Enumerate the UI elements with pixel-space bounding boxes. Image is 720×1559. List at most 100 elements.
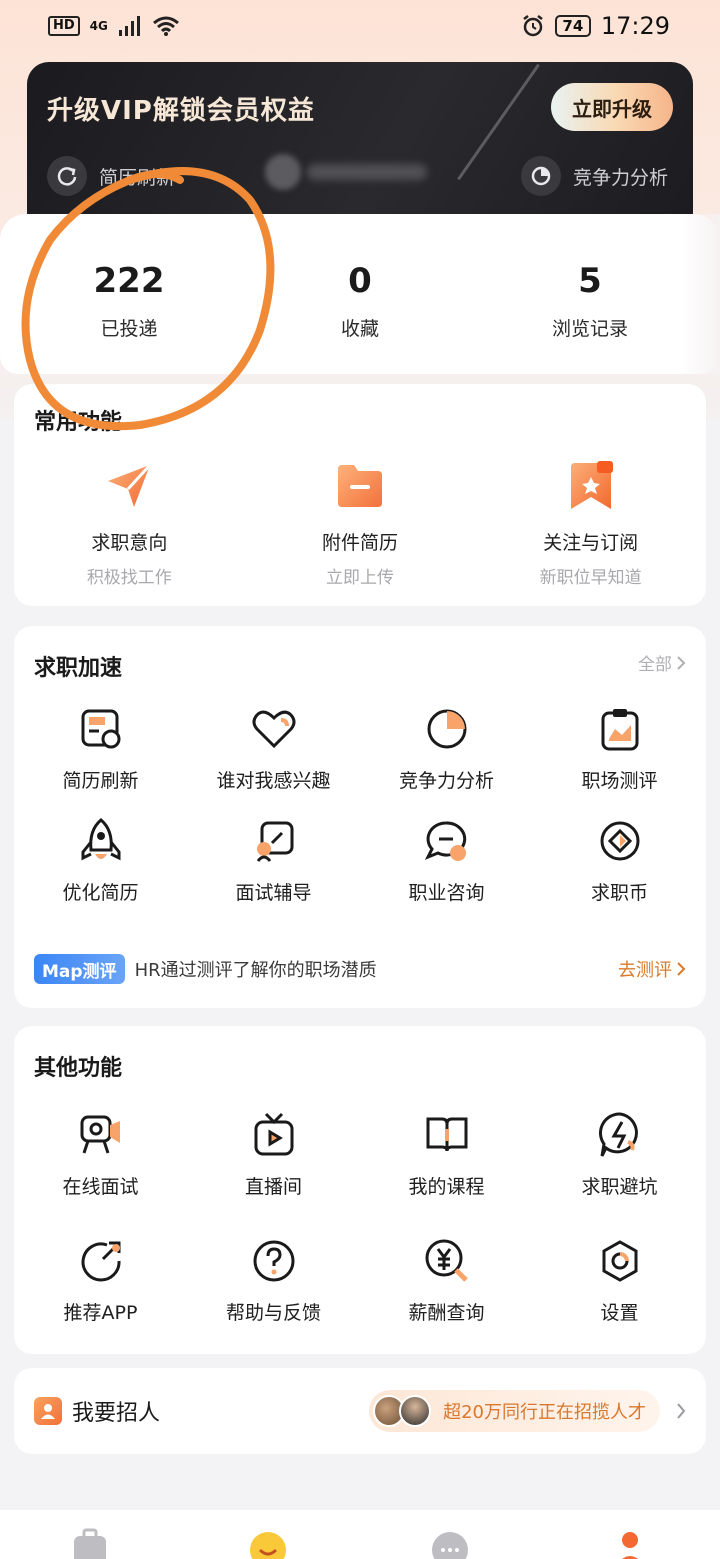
lightning-shield-icon xyxy=(595,1110,645,1160)
chevron-right-icon xyxy=(677,655,686,670)
book-icon xyxy=(422,1110,472,1160)
interview-guide-item[interactable]: 面试辅导 xyxy=(187,816,360,905)
briefcase-icon[interactable] xyxy=(70,1528,110,1559)
avatar xyxy=(399,1395,432,1427)
attachment-resume-item[interactable]: 附件简历 立即上传 xyxy=(245,458,476,588)
item-label: 面试辅导 xyxy=(235,882,312,904)
section-title: 求职加速 xyxy=(34,656,123,681)
item-label: 在线面试 xyxy=(62,1176,139,1198)
help-feedback-item[interactable]: 帮助与反馈 xyxy=(187,1236,360,1325)
map-description: HR通过测评了解你的职场潜质 xyxy=(134,960,377,981)
item-label: 附件简历 xyxy=(321,532,398,554)
bottom-tab-bar xyxy=(0,1510,720,1559)
view-all-link[interactable]: 全部 xyxy=(638,650,686,675)
item-label: 设置 xyxy=(600,1302,639,1324)
message-icon[interactable] xyxy=(430,1528,470,1559)
profile-icon[interactable] xyxy=(610,1528,650,1559)
yuan-search-icon xyxy=(422,1236,472,1286)
item-label: 帮助与反馈 xyxy=(225,1302,321,1324)
follow-subscribe-item[interactable]: 关注与订阅 新职位早知道 xyxy=(475,458,706,588)
upgrade-button[interactable]: 立即升级 xyxy=(551,83,673,131)
who-interested-item[interactable]: 谁对我感兴趣 xyxy=(187,704,360,793)
heart-icon xyxy=(249,704,299,754)
vip-feature-competitiveness[interactable]: 竞争力分析 xyxy=(521,156,668,196)
folder-icon xyxy=(332,458,388,514)
stat-value: 0 xyxy=(348,261,372,301)
map-assessment-row[interactable]: Map测评 HR通过测评了解你的职场潜质 去测评 xyxy=(34,952,686,986)
video-camera-icon xyxy=(76,1110,126,1160)
tv-play-icon xyxy=(249,1110,299,1160)
chevron-right-icon xyxy=(677,1403,686,1419)
common-functions-card: 常用功能 求职意向 积极找工作 附件简历 立即上传 关注与订阅 新职位早知道 xyxy=(14,384,706,606)
item-label: 竞争力分析 xyxy=(398,770,494,792)
item-label: 职场测评 xyxy=(581,770,658,792)
vip-feature-resume-refresh[interactable]: 简历刷新 xyxy=(47,156,175,196)
interview-guide-icon xyxy=(249,816,299,866)
vip-feature-label: 简历刷新 xyxy=(99,166,176,189)
help-icon xyxy=(249,1236,299,1286)
stat-value: 222 xyxy=(93,261,165,301)
stat-favorites[interactable]: 0 收藏 xyxy=(260,260,460,341)
online-interview-item[interactable]: 在线面试 xyxy=(14,1110,187,1199)
salary-query-item[interactable]: 薪酬查询 xyxy=(360,1236,533,1325)
career-consult-item[interactable]: 职业咨询 xyxy=(360,816,533,905)
item-subtitle: 立即上传 xyxy=(325,568,394,588)
item-label: 简历刷新 xyxy=(62,770,139,792)
item-label: 求职避坑 xyxy=(581,1176,658,1198)
vip-banner[interactable]: 升级VIP解锁会员权益 立即升级 简历刷新 竞争力分析 xyxy=(27,62,693,222)
pie-chart-icon xyxy=(422,704,472,754)
item-label: 关注与订阅 xyxy=(543,532,639,554)
competitiveness-item[interactable]: 竞争力分析 xyxy=(360,704,533,793)
stat-value: 5 xyxy=(578,261,602,301)
job-coin-item[interactable]: 求职币 xyxy=(533,816,706,905)
signal-icon xyxy=(118,16,140,36)
stat-label: 收藏 xyxy=(340,318,379,340)
stats-card: 222 已投递 0 收藏 5 浏览记录 xyxy=(0,214,720,374)
item-subtitle: 新职位早知道 xyxy=(539,568,642,588)
item-label: 职业咨询 xyxy=(408,882,485,904)
settings-item[interactable]: 设置 xyxy=(533,1236,706,1325)
item-label: 推荐APP xyxy=(63,1302,138,1324)
settings-icon xyxy=(595,1236,645,1286)
coin-icon xyxy=(595,816,645,866)
item-subtitle: 积极找工作 xyxy=(86,568,172,588)
recruit-entry[interactable]: 我要招人 超20万同行正在招揽人才 xyxy=(14,1368,706,1454)
workplace-assessment-item[interactable]: 职场测评 xyxy=(533,704,706,793)
item-label: 我的课程 xyxy=(408,1176,485,1198)
stat-browse-history[interactable]: 5 浏览记录 xyxy=(490,260,690,341)
other-functions-card: 其他功能 在线面试 直播间 我的课程 求职避坑 推荐APP 帮助与反馈 薪酬查询… xyxy=(14,1026,706,1354)
item-label: 求职意向 xyxy=(91,532,168,554)
map-badge: Map测评 xyxy=(34,954,125,984)
recruit-promo-text: 超20万同行正在招揽人才 xyxy=(443,1402,646,1423)
refresh-icon xyxy=(47,156,87,196)
section-title: 其他功能 xyxy=(34,1056,123,1081)
vip-feature-label: 竞争力分析 xyxy=(573,166,669,189)
item-label: 谁对我感兴趣 xyxy=(216,770,331,792)
resume-refresh-icon xyxy=(76,704,126,754)
vip-title: 升级VIP解锁会员权益 xyxy=(47,96,315,126)
clock: 17:29 xyxy=(600,12,670,40)
stat-applied[interactable]: 222 已投递 xyxy=(29,260,229,341)
clipboard-icon xyxy=(595,704,645,754)
item-label: 直播间 xyxy=(244,1176,302,1198)
my-courses-item[interactable]: 我的课程 xyxy=(360,1110,533,1199)
job-intention-item[interactable]: 求职意向 积极找工作 xyxy=(14,458,245,588)
section-title: 常用功能 xyxy=(34,410,123,435)
battery-indicator: 74 xyxy=(554,15,591,37)
chevron-right-icon xyxy=(677,962,686,976)
recruit-promo[interactable]: 超20万同行正在招揽人才 xyxy=(369,1390,660,1432)
resume-refresh-item[interactable]: 简历刷新 xyxy=(14,704,187,793)
blurred-avatar xyxy=(265,154,445,190)
live-room-item[interactable]: 直播间 xyxy=(187,1110,360,1199)
recruit-label: 我要招人 xyxy=(72,1401,161,1426)
smiley-icon[interactable] xyxy=(248,1528,288,1559)
stat-label: 浏览记录 xyxy=(551,318,628,340)
go-assessment-link[interactable]: 去测评 xyxy=(618,956,686,982)
stat-label: 已投递 xyxy=(100,318,158,340)
wifi-icon xyxy=(152,16,179,36)
item-label: 求职币 xyxy=(590,882,648,904)
recommend-app-item[interactable]: 推荐APP xyxy=(14,1236,187,1325)
optimize-resume-item[interactable]: 优化简历 xyxy=(14,816,187,905)
job-boost-card: 求职加速 全部 简历刷新 谁对我感兴趣 竞争力分析 职场测评 优化简历 面试辅导… xyxy=(14,626,706,1008)
avoid-pitfalls-item[interactable]: 求职避坑 xyxy=(533,1110,706,1199)
